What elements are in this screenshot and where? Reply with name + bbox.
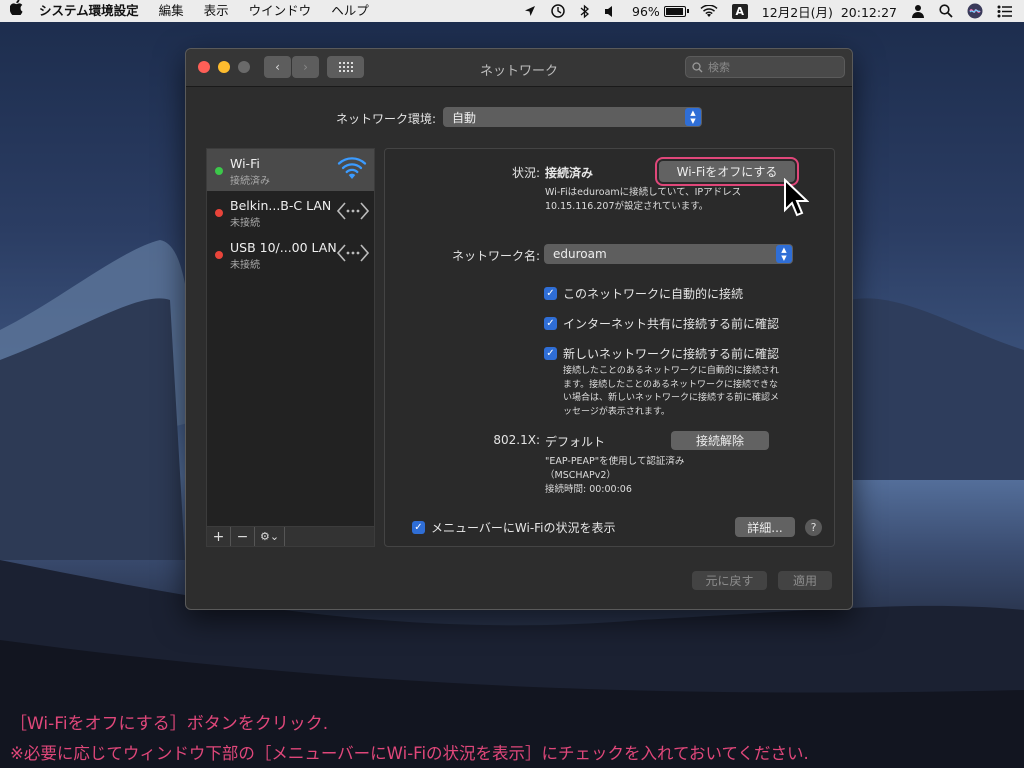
location-arrow-icon[interactable] (524, 5, 536, 17)
network-name-popup[interactable]: eduroam ▲ ▼ (544, 244, 793, 264)
auto-join-checkbox[interactable]: ✓ このネットワークに自動的に接続 (544, 285, 743, 302)
checkmark-icon: ✓ (544, 347, 557, 360)
time-machine-icon[interactable] (550, 3, 566, 19)
remove-service-button[interactable]: − (231, 527, 255, 546)
action-menu-button[interactable]: ⚙⌄ (255, 527, 285, 546)
popup-arrows-icon: ▲ ▼ (776, 245, 792, 263)
menubar-clock[interactable]: 12月2日(月) 20:12:27 (762, 2, 897, 21)
search-field[interactable]: 検索 (685, 56, 845, 78)
status-description-line1: Wi-Fiはeduroamに接続していて、IPアドレス (545, 187, 742, 198)
checkbox-label: 新しいネットワークに接続する前に確認 (563, 347, 780, 361)
siri-icon[interactable] (967, 3, 983, 19)
gear-icon: ⚙⌄ (259, 530, 280, 543)
apply-button[interactable]: 適用 (778, 571, 832, 590)
connection-time: 接続時間: 00:00:06 (545, 484, 632, 495)
menu-app-name[interactable]: システム環境設定 (33, 0, 149, 22)
menu-bar: システム環境設定 編集 表示 ウインドウ ヘルプ 96% A 12月2日(月) … (0, 0, 1024, 22)
network-detail-pane: 状況: 接続済み Wi-Fiをオフにする Wi-Fiはeduroamに接続してい… (384, 148, 835, 547)
menu-help[interactable]: ヘルプ (321, 0, 379, 22)
checkbox-label: メニューバーにWi-Fiの状況を表示 (431, 521, 616, 535)
note-line: 接続したことのあるネットワークに自動的に接続され (563, 366, 779, 376)
wifi-status-icon[interactable] (700, 4, 718, 18)
network-name-label: ネットワーク名: (451, 249, 540, 263)
menu-window[interactable]: ウインドウ (239, 0, 322, 22)
plus-icon: + (212, 528, 225, 545)
note-line: い場合は、新しいネットワークに接続する前に確認メ (563, 393, 780, 403)
bluetooth-icon[interactable] (580, 4, 590, 19)
service-item-wifi[interactable]: Wi-Fi 接続済み (207, 149, 374, 191)
network-preferences-window: ‹ › ネットワーク 検索 ネットワーク環境: 自動 ▲ ▼ Wi-Fi 接続済み… (185, 48, 853, 610)
status-description-line2: 10.15.116.207が設定されています。 (545, 201, 709, 212)
spotlight-icon[interactable] (939, 4, 953, 18)
notification-center-icon[interactable] (997, 5, 1013, 18)
battery-icon (663, 5, 689, 17)
dot1x-value: デフォルト (545, 435, 606, 449)
service-status: 未接続 (230, 260, 260, 271)
wifi-off-button[interactable]: Wi-Fiをオフにする (655, 157, 799, 186)
note-line: ます。接続したことのあるネットワークに接続できな (563, 379, 779, 390)
eap-status-line1: "EAP-PEAP"を使用して認証済み (545, 456, 685, 467)
ethernet-icon (337, 244, 369, 262)
checkbox-label: インターネット共有に接続する前に確認 (563, 317, 780, 331)
search-icon (692, 61, 703, 72)
wifi-icon (337, 157, 367, 179)
network-name-value: eduroam (553, 247, 607, 261)
battery-status[interactable]: 96% (632, 3, 689, 19)
ask-before-hotspot-checkbox[interactable]: ✓ インターネット共有に接続する前に確認 (544, 315, 779, 332)
note-line: ッセージが表示されます。 (563, 406, 670, 417)
apple-menu-icon[interactable] (0, 0, 33, 22)
checkbox-label: このネットワークに自動的に接続 (563, 287, 744, 301)
caption-line2: ※必要に応じてウィンドウ下部の［メニューバーにWi-Fiの状況を表示］にチェック… (10, 744, 809, 763)
service-name: Belkin...B-C LAN (230, 198, 332, 213)
service-name: USB 10/...00 LAN (230, 240, 337, 255)
status-dot (215, 251, 223, 259)
advanced-button[interactable]: 詳細... (735, 517, 795, 537)
show-wifi-in-menubar-checkbox[interactable]: ✓ メニューバーにWi-Fiの状況を表示 (412, 519, 616, 536)
status-label: 状況: (511, 166, 540, 180)
service-item-belkin-lan[interactable]: Belkin...B-C LAN 未接続 (207, 191, 374, 233)
volume-icon[interactable] (604, 5, 618, 18)
revert-button[interactable]: 元に戻す (692, 571, 767, 590)
checkmark-icon: ✓ (544, 317, 557, 330)
add-service-button[interactable]: + (207, 527, 231, 546)
ask-to-join-note: 接続したことのあるネットワークに自動的に接続され ます。接続したことのあるネット… (563, 365, 779, 419)
user-icon[interactable] (911, 4, 925, 18)
status-dot (215, 209, 223, 217)
menu-view[interactable]: 表示 (194, 0, 239, 22)
caption-line1: ［Wi-Fiをオフにする］ボタンをクリック. (10, 714, 329, 734)
mouse-pointer-icon (784, 178, 809, 217)
minus-icon: − (236, 528, 249, 545)
menu-edit[interactable]: 編集 (149, 0, 194, 22)
eap-status-line2: （MSCHAPv2） (545, 470, 616, 481)
status-dot (215, 167, 223, 175)
location-label: ネットワーク環境: (335, 112, 436, 126)
dot1x-label: 802.1X: (493, 433, 540, 447)
popup-arrows-icon: ▲ ▼ (685, 108, 701, 126)
service-status: 接続済み (230, 176, 270, 187)
status-value: 接続済み (545, 166, 594, 180)
help-button[interactable]: ? (805, 519, 822, 536)
checkmark-icon: ✓ (544, 287, 557, 300)
service-item-usb-lan[interactable]: USB 10/...00 LAN 未接続 (207, 233, 374, 275)
search-placeholder: 検索 (708, 61, 730, 74)
input-method-icon[interactable]: A (731, 3, 748, 19)
service-status: 未接続 (230, 218, 260, 229)
disconnect-button[interactable]: 接続解除 (671, 431, 769, 450)
service-list: Wi-Fi 接続済み Belkin...B-C LAN 未接続 USB 10/.… (206, 148, 375, 547)
window-titlebar[interactable]: ‹ › ネットワーク 検索 (186, 49, 852, 87)
service-name: Wi-Fi (230, 156, 260, 171)
tutorial-caption: ［Wi-Fiをオフにする］ボタンをクリック. ※必要に応じてウィンドウ下部の［メ… (10, 710, 809, 768)
location-popup[interactable]: 自動 ▲ ▼ (443, 107, 702, 127)
location-value: 自動 (452, 110, 477, 125)
battery-percent: 96% (632, 3, 660, 19)
service-list-toolbar: + − ⚙⌄ (206, 526, 375, 547)
checkmark-icon: ✓ (412, 521, 425, 534)
ethernet-icon (337, 202, 369, 220)
ask-to-join-checkbox[interactable]: ✓ 新しいネットワークに接続する前に確認 (544, 345, 779, 362)
